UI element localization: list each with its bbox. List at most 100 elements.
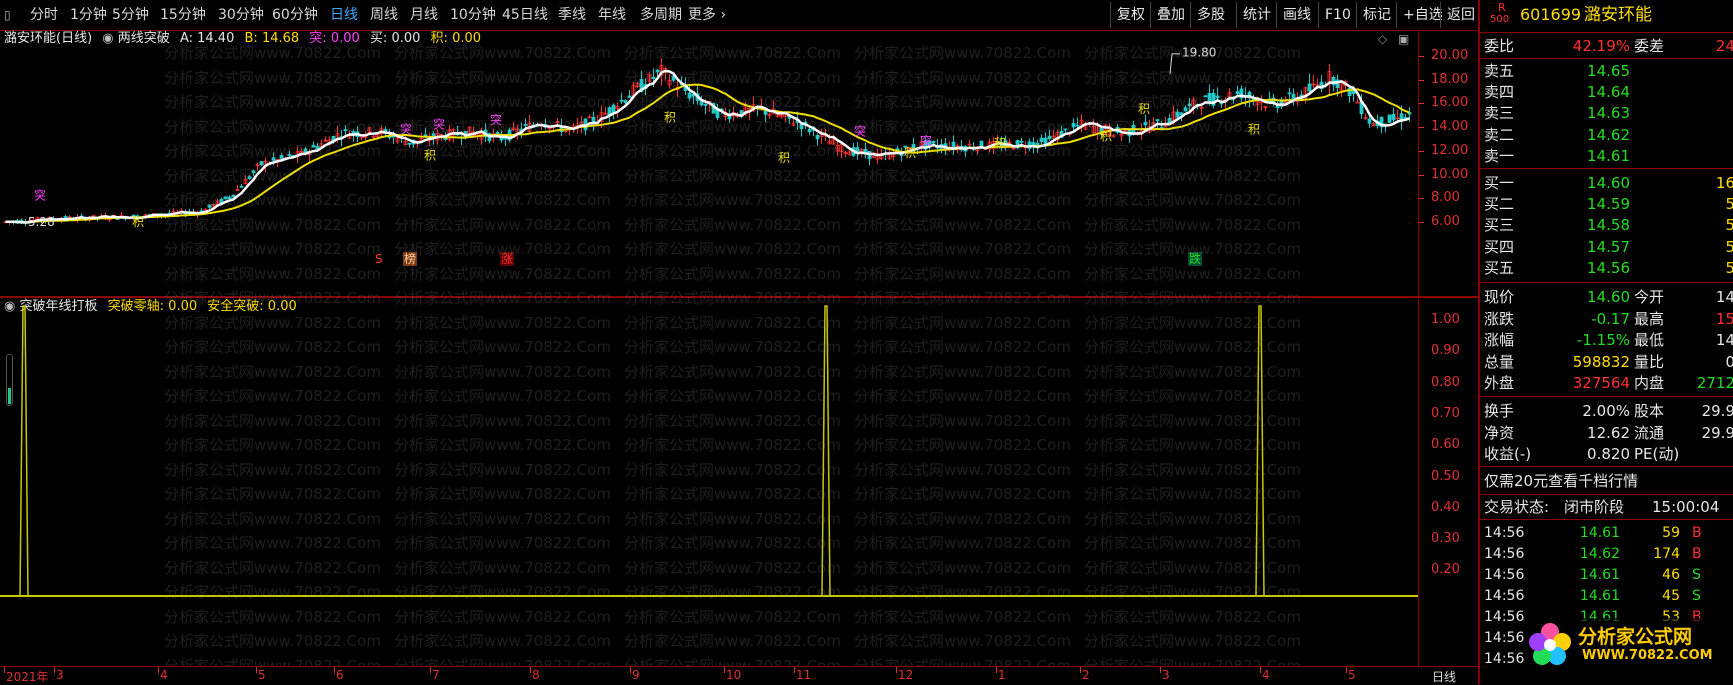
stock-name: 潞安环能 [1584,5,1652,25]
tab-period-9[interactable]: 10分钟 [450,0,496,30]
watermark-text: 分析家公式网www.70822.Com [624,338,841,356]
watermark-text: 分析家公式网www.70822.Com [854,460,1071,479]
watermark-text: 分析家公式网www.70822.Com [624,142,841,160]
tab-period-11[interactable]: 季线 [558,0,586,30]
watermark-text: 分析家公式网www.70822.Com [854,117,1071,136]
weibi-row: 委比 42.19% 委差 24 [1480,35,1733,57]
sell-label: 卖二 [1484,125,1515,144]
tab-period-13[interactable]: 多周期 [640,0,682,30]
watermark-text: 分析家公式网www.70822.Com [164,289,381,307]
watermark-text: 分析家公式网www.70822.Com [394,338,611,356]
stat-value: -0.17 [1591,309,1630,328]
stat-label: 总量 [1484,352,1515,371]
toolbar-button-4[interactable]: 画线 [1276,2,1317,28]
sell-label: 卖三 [1484,104,1515,123]
buy-price: 14.56 [1587,258,1630,277]
date-tick-mark [794,667,795,673]
site-logo: 分析家公式网 WWW.70822.COM [1526,618,1732,670]
price-tick-mark [1419,174,1424,176]
watermark-text: 分析家公式网www.70822.Com [1084,44,1301,62]
tab-period-5[interactable]: 60分钟 [272,0,318,30]
stat-row: 现价 14.60 今开 14 [1480,286,1733,308]
sell-row: 卖一 14.61 [1480,145,1733,167]
toolbar-button-5[interactable]: F10 [1318,2,1357,28]
watermark-text: 分析家公式网www.70822.Com [854,558,1071,577]
watermark-text: 分析家公式网www.70822.Com [854,68,1071,87]
stat2-label-2: 股本 [1634,402,1665,420]
promo-row[interactable]: 仅需20元查看千档行情 [1480,470,1733,492]
watermark-text: 分析家公式网www.70822.Com [624,362,841,381]
buy-volume: 5 [1725,258,1733,277]
stat-label: 涨跌 [1484,309,1515,328]
sell-label: 卖一 [1484,146,1515,165]
watermark-text: 分析家公式网www.70822.Com [1084,68,1301,87]
watermark-text: 分析家公式网www.70822.Com [1084,656,1301,667]
date-label: 3 [56,668,64,682]
tab-period-3[interactable]: 15分钟 [160,0,206,30]
toolbar-button-8[interactable]: 返回 [1440,2,1481,28]
tab-period-10[interactable]: 45日线 [502,0,548,30]
buy-row: 买五 14.56 5 [1480,257,1733,279]
price-tick-label: 12.00 [1431,142,1469,158]
tab-period-12[interactable]: 年线 [598,0,626,30]
watermark-text: 分析家公式网www.70822.Com [624,240,841,258]
toolbar-button-1[interactable]: 叠加 [1150,2,1191,28]
tab-period-0[interactable]: 分时 [30,0,58,30]
tab-period-7[interactable]: 周线 [370,0,398,30]
tab-period-6[interactable]: 日线 [330,0,358,30]
tab-period-4[interactable]: 30分钟 [218,0,264,30]
watermark-text: 分析家公式网www.70822.Com [854,313,1071,332]
tab-period-14[interactable]: 更多 › [688,0,726,30]
watermark-text: 分析家公式网www.70822.Com [854,411,1071,430]
watermark-text: 分析家公式网www.70822.Com [164,460,381,479]
tick-side: S [1692,588,1701,604]
date-tick-mark [256,667,257,673]
buy-row: 买一 14.60 16 [1480,172,1733,194]
watermark-text: 分析家公式网www.70822.Com [1084,142,1301,160]
tab-period-1[interactable]: 1分钟 [70,0,107,30]
tick-price: 14.61 [1579,567,1620,583]
indicator-tick-label: 0.20 [1431,562,1460,578]
toolbar-button-6[interactable]: 标记 [1356,2,1397,28]
watermark-text: 分析家公式网www.70822.Com [1084,583,1301,601]
tick-volume: 46 [1662,567,1680,583]
date-tick-mark [1260,667,1261,673]
watermark-text: 分析家公式网www.70822.Com [164,68,381,87]
watermark-text: 分析家公式网www.70822.Com [164,142,381,160]
buy-volume: 5 [1725,237,1733,256]
date-tick-mark [724,667,725,673]
toolbar-button-0[interactable]: 复权 [1110,2,1151,28]
watermark-text: 分析家公式网www.70822.Com [854,656,1071,667]
watermark-text: 分析家公式网www.70822.Com [164,436,381,454]
stat-row: 涨幅 -1.15% 最低 14 [1480,329,1733,351]
watermark-text: 分析家公式网www.70822.Com [1084,338,1301,356]
date-label: 4 [160,668,168,682]
watermark-text: 分析家公式网www.70822.Com [394,264,611,283]
buy-label: 买一 [1484,174,1515,192]
buy-volume: 5 [1725,195,1733,214]
date-label: 2021年 [6,670,49,684]
price-tick-mark [1419,221,1424,223]
tab-period-8[interactable]: 月线 [410,0,438,30]
tick-volume: 174 [1653,546,1680,562]
buy-row: 买二 14.59 5 [1480,193,1733,215]
watermark-text: 分析家公式网www.70822.Com [624,558,841,577]
sell-price: 14.64 [1587,83,1630,102]
toolbar-button-3[interactable]: 统计 [1236,2,1277,28]
toolbar-button-2[interactable]: 多股 [1190,2,1231,28]
sell-label: 卖五 [1484,62,1515,80]
toolbar-toggle-icon[interactable]: ▯ [4,0,11,30]
stat-value-2: 14 [1715,331,1733,350]
watermark-text: 分析家公式网www.70822.Com [624,607,841,626]
watermark-text: 分析家公式网www.70822.Com [394,191,611,209]
stat2-row: 净资 12.62 流通 29.9 [1480,422,1733,444]
watermark-text: 分析家公式网www.70822.Com [164,117,381,136]
watermark-text: 分析家公式网www.70822.Com [394,558,611,577]
tab-period-2[interactable]: 5分钟 [112,0,149,30]
buy-price: 14.57 [1587,237,1630,256]
watermark-text: 分析家公式网www.70822.Com [164,558,381,577]
watermark-text: 分析家公式网www.70822.Com [1084,264,1301,283]
watermark-text: 分析家公式网www.70822.Com [624,436,841,454]
stat-value-2: 15 [1715,309,1733,328]
promo-text[interactable]: 仅需20元查看千档行情 [1484,470,1638,492]
